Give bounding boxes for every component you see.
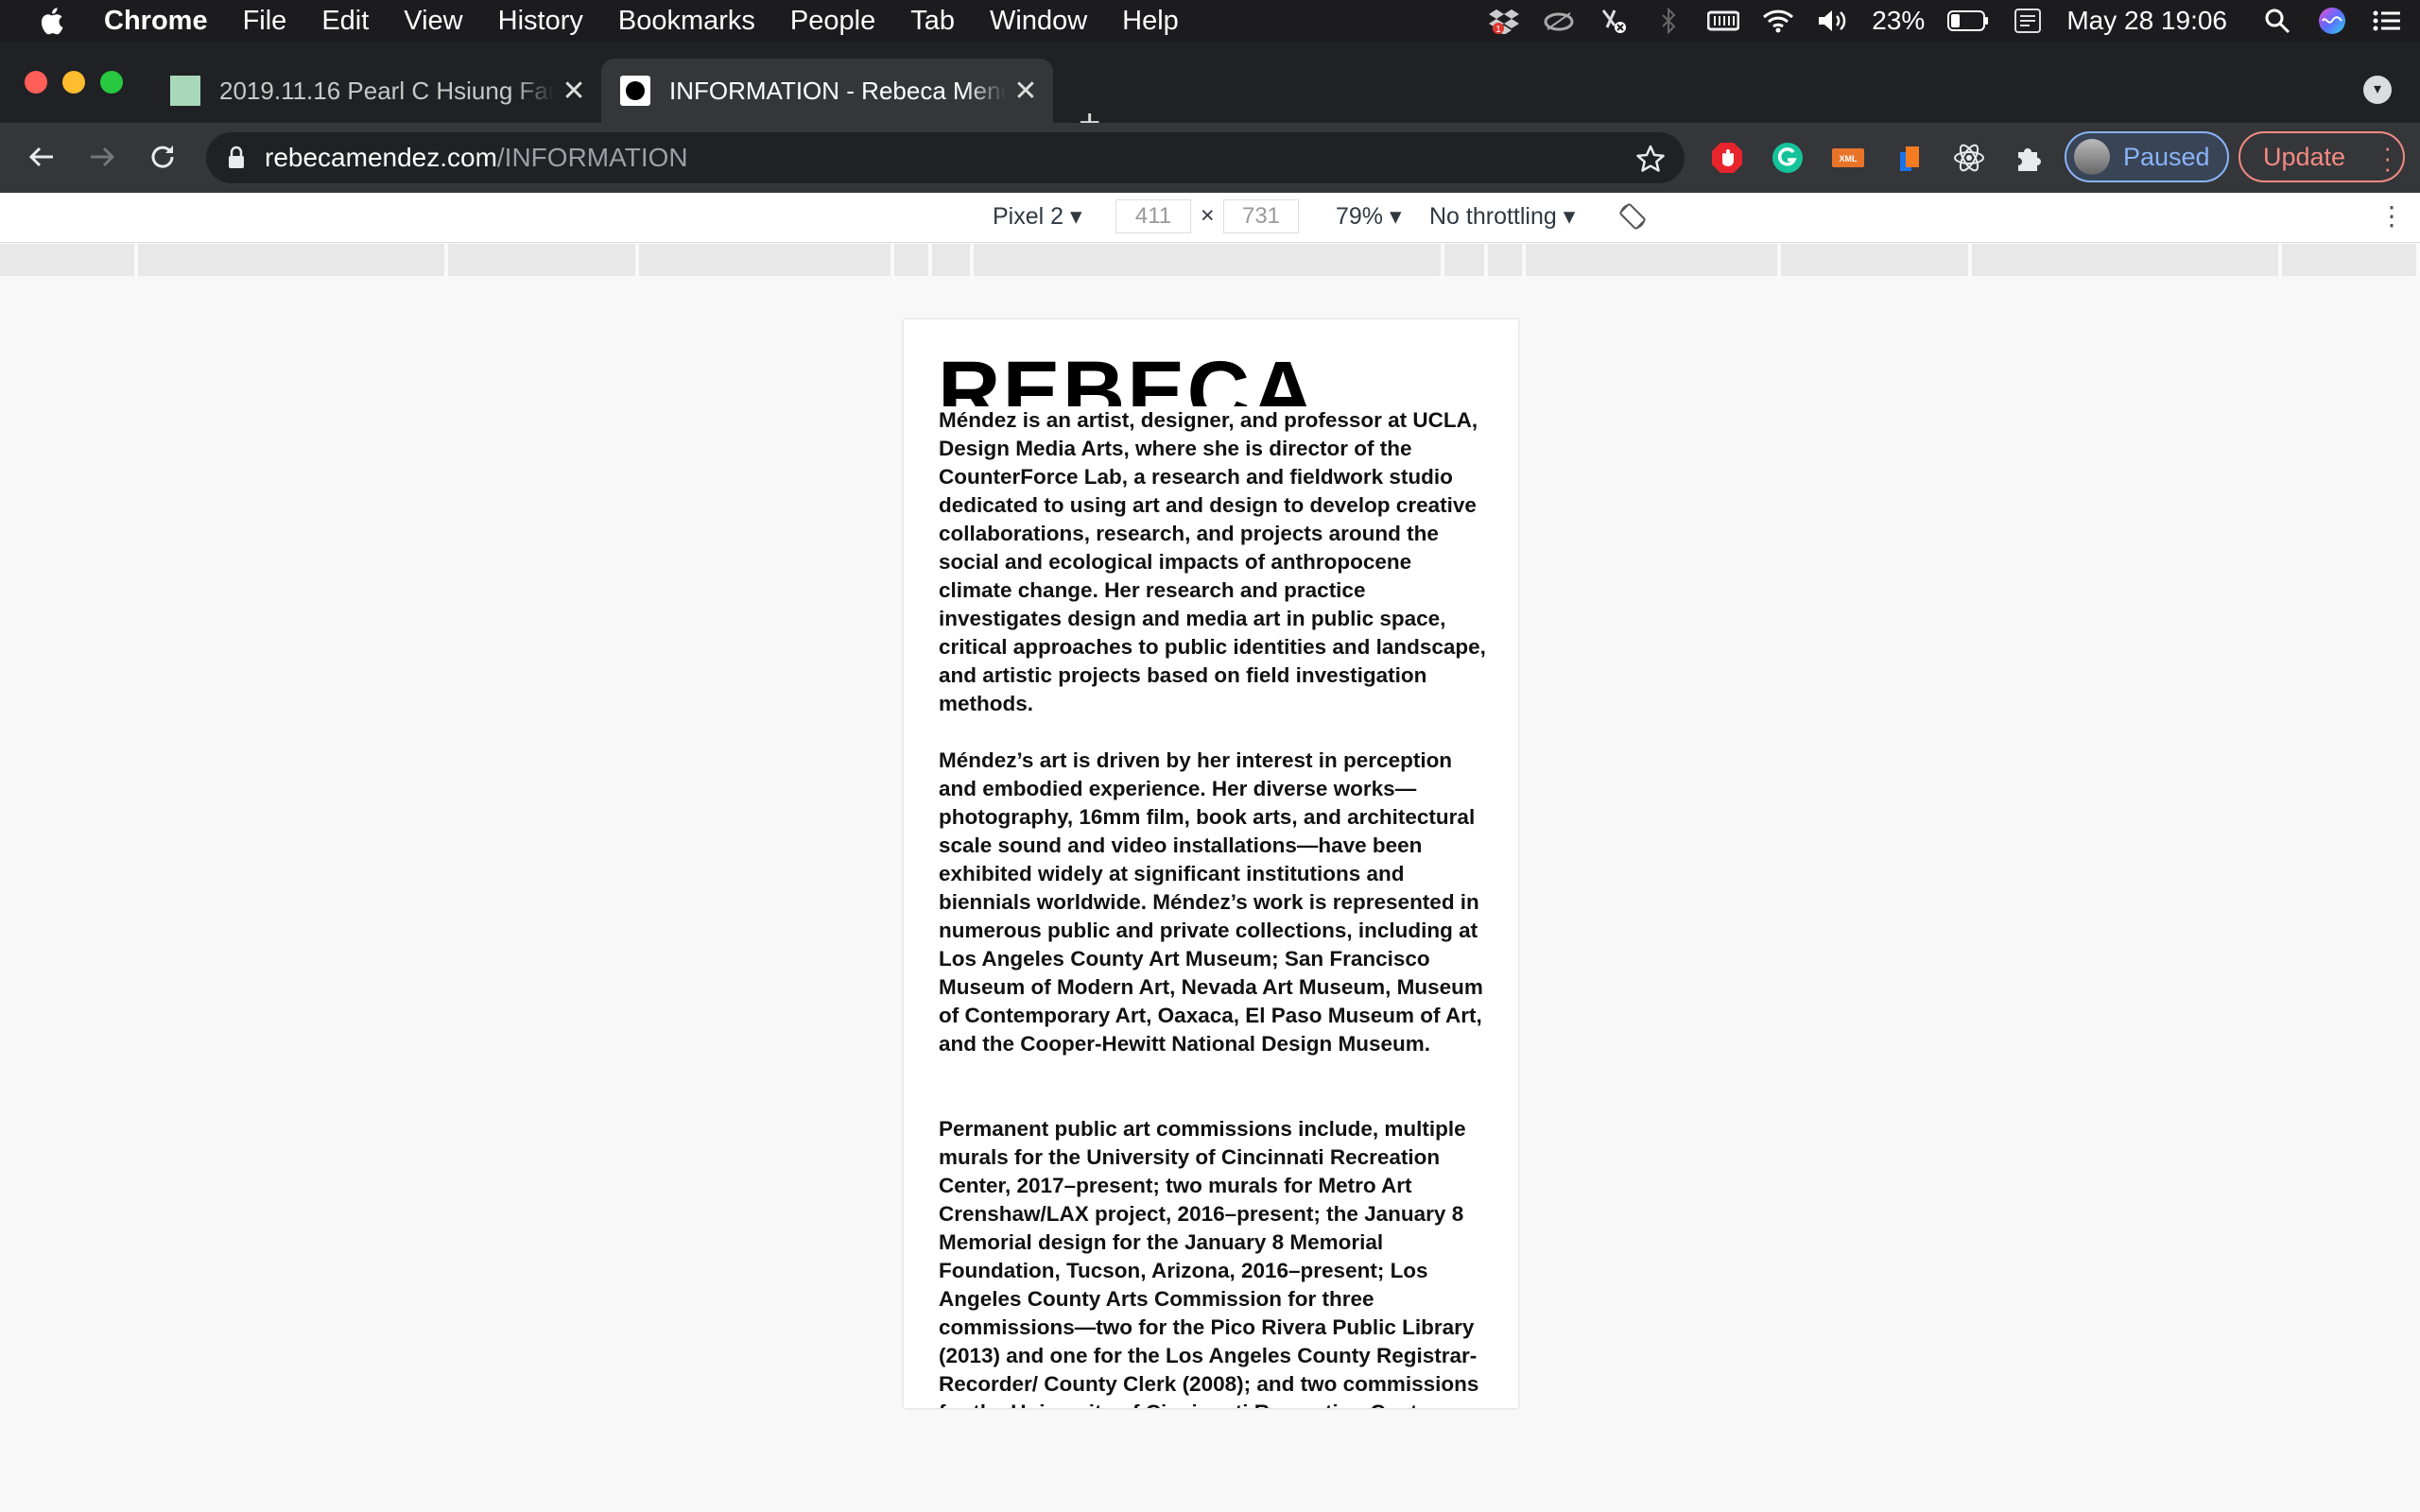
media-query-segment[interactable]: [974, 244, 1444, 276]
grammarly-extension-icon[interactable]: [1770, 140, 1806, 176]
update-label: Update: [2263, 142, 2346, 171]
media-query-segment[interactable]: [1444, 244, 1488, 276]
menubar-clock[interactable]: May 28 19:06: [2066, 6, 2227, 36]
throttling-select[interactable]: No throttling ▾: [1429, 202, 1575, 231]
tab-favicon-icon: [620, 76, 650, 106]
tab-pearl-hsiung[interactable]: 2019.11.16 Pearl C Hsiung Faulty ✕: [151, 59, 588, 123]
more-menu-icon[interactable]: · · ·: [2383, 135, 2392, 180]
apple-menu-icon[interactable]: [38, 6, 64, 36]
media-query-segment[interactable]: [448, 244, 639, 276]
svg-text:1: 1: [1496, 25, 1502, 34]
tab-close-icon[interactable]: ✕: [1011, 75, 1040, 108]
zoom-window-button[interactable]: [100, 71, 123, 94]
viewport-width-input[interactable]: 411: [1115, 199, 1191, 233]
media-queries-bar[interactable]: [0, 244, 2420, 276]
memory-icon[interactable]: [1707, 7, 1740, 35]
media-query-segment[interactable]: [0, 244, 138, 276]
svg-text:XML: XML: [1840, 154, 1858, 163]
tab-title: 2019.11.16 Pearl C Hsiung Faulty: [219, 76, 555, 105]
profile-paused-label: Paused: [2123, 142, 2210, 171]
feed-extension-icon[interactable]: [1891, 140, 1927, 176]
vpn-status-icon[interactable]: [1598, 7, 1630, 35]
device-viewport[interactable]: REBECA Méndez is an artist, designer, an…: [904, 319, 1518, 1408]
dropbox-icon[interactable]: 1: [1488, 7, 1520, 35]
siri-icon[interactable]: [2316, 7, 2348, 35]
art-paragraph: Méndez’s art is driven by her interest i…: [939, 748, 1483, 1056]
xml-viewer-extension-icon[interactable]: XML: [1830, 140, 1866, 176]
react-devtools-icon[interactable]: [1951, 140, 1987, 176]
volume-icon[interactable]: [1817, 7, 1849, 35]
rotate-icon[interactable]: [1618, 202, 1647, 237]
menu-view[interactable]: View: [404, 6, 462, 37]
device-toolbar-more-icon[interactable]: ⋮: [2378, 200, 2405, 232]
media-query-segment[interactable]: [1781, 244, 1972, 276]
tab-favicon-icon: [170, 76, 200, 106]
menu-history[interactable]: History: [498, 6, 583, 37]
media-query-segment[interactable]: [1972, 244, 2282, 276]
menu-people[interactable]: People: [790, 6, 875, 37]
macos-menubar: Chrome File Edit View History Bookmarks …: [0, 0, 2420, 42]
creative-cloud-icon[interactable]: [1543, 7, 1575, 35]
tab-strip: 2019.11.16 Pearl C Hsiung Faulty ✕ INFOR…: [0, 42, 2420, 142]
close-window-button[interactable]: [25, 71, 47, 94]
commissions-paragraph: Permanent public art commissions include…: [939, 1117, 1479, 1408]
bookmark-star-icon[interactable]: [1635, 144, 1666, 180]
input-source-icon[interactable]: [2012, 7, 2044, 35]
media-query-segment[interactable]: [138, 244, 448, 276]
menu-help[interactable]: Help: [1122, 6, 1179, 37]
bio-paragraph: Méndez is an artist, designer, and profe…: [939, 408, 1486, 715]
menu-bookmarks[interactable]: Bookmarks: [618, 6, 755, 37]
update-chrome-button[interactable]: Update · · ·: [2238, 131, 2405, 182]
tab-title: INFORMATION - Rebeca Mendez: [669, 76, 1006, 105]
forward-arrow-icon[interactable]: [83, 138, 121, 176]
avatar: [2074, 139, 2110, 175]
menu-file[interactable]: File: [243, 6, 287, 37]
notification-center-icon[interactable]: [2371, 7, 2403, 35]
media-query-segment[interactable]: [1488, 244, 1526, 276]
tab-search-icon[interactable]: ▾: [2363, 76, 2392, 104]
browser-toolbar: rebecamendez.com/INFORMATION XML Paused …: [0, 123, 2420, 193]
viewport-height-input[interactable]: 731: [1223, 199, 1299, 233]
battery-icon[interactable]: [1947, 7, 1989, 35]
menu-window[interactable]: Window: [990, 6, 1087, 37]
device-select[interactable]: Pixel 2 ▾: [993, 202, 1082, 231]
url-path: /INFORMATION: [496, 143, 688, 172]
media-query-segment[interactable]: [2282, 244, 2420, 276]
menu-edit[interactable]: Edit: [321, 6, 369, 37]
bluetooth-icon[interactable]: [1652, 7, 1685, 35]
extensions-puzzle-icon[interactable]: [2012, 140, 2048, 176]
tab-information-rebeca-mendez[interactable]: INFORMATION - Rebeca Mendez ✕: [601, 59, 1053, 123]
wifi-icon[interactable]: [1762, 7, 1794, 35]
zoom-select[interactable]: 79% ▾: [1336, 202, 1402, 231]
app-menu-chrome[interactable]: Chrome: [104, 6, 208, 37]
tab-close-icon[interactable]: ✕: [560, 75, 588, 108]
reload-icon[interactable]: [144, 138, 182, 176]
url-host: rebecamendez.com: [265, 143, 497, 172]
profile-paused-button[interactable]: Paused: [2065, 131, 2229, 182]
media-query-segment[interactable]: [894, 244, 932, 276]
site-logo[interactable]: REBECA: [938, 340, 1505, 406]
battery-percent: 23%: [1872, 6, 1926, 35]
device-emulation-toolbar: Pixel 2 ▾ 411 × 731 79% ▾ No throttling …: [0, 193, 2420, 243]
lock-icon[interactable]: [227, 146, 246, 170]
address-bar[interactable]: rebecamendez.com/INFORMATION: [206, 132, 1685, 183]
dimension-separator: ×: [1201, 202, 1215, 229]
information-content: Méndez is an artist, designer, and profe…: [939, 406, 1487, 1408]
adblock-extension-icon[interactable]: [1709, 140, 1745, 176]
back-arrow-icon[interactable]: [23, 138, 60, 176]
media-query-segment[interactable]: [932, 244, 974, 276]
media-query-segment[interactable]: [1526, 244, 1781, 276]
minimize-window-button[interactable]: [62, 71, 85, 94]
media-query-segment[interactable]: [639, 244, 894, 276]
menu-tab[interactable]: Tab: [910, 6, 955, 37]
spotlight-search-icon[interactable]: [2261, 7, 2293, 35]
